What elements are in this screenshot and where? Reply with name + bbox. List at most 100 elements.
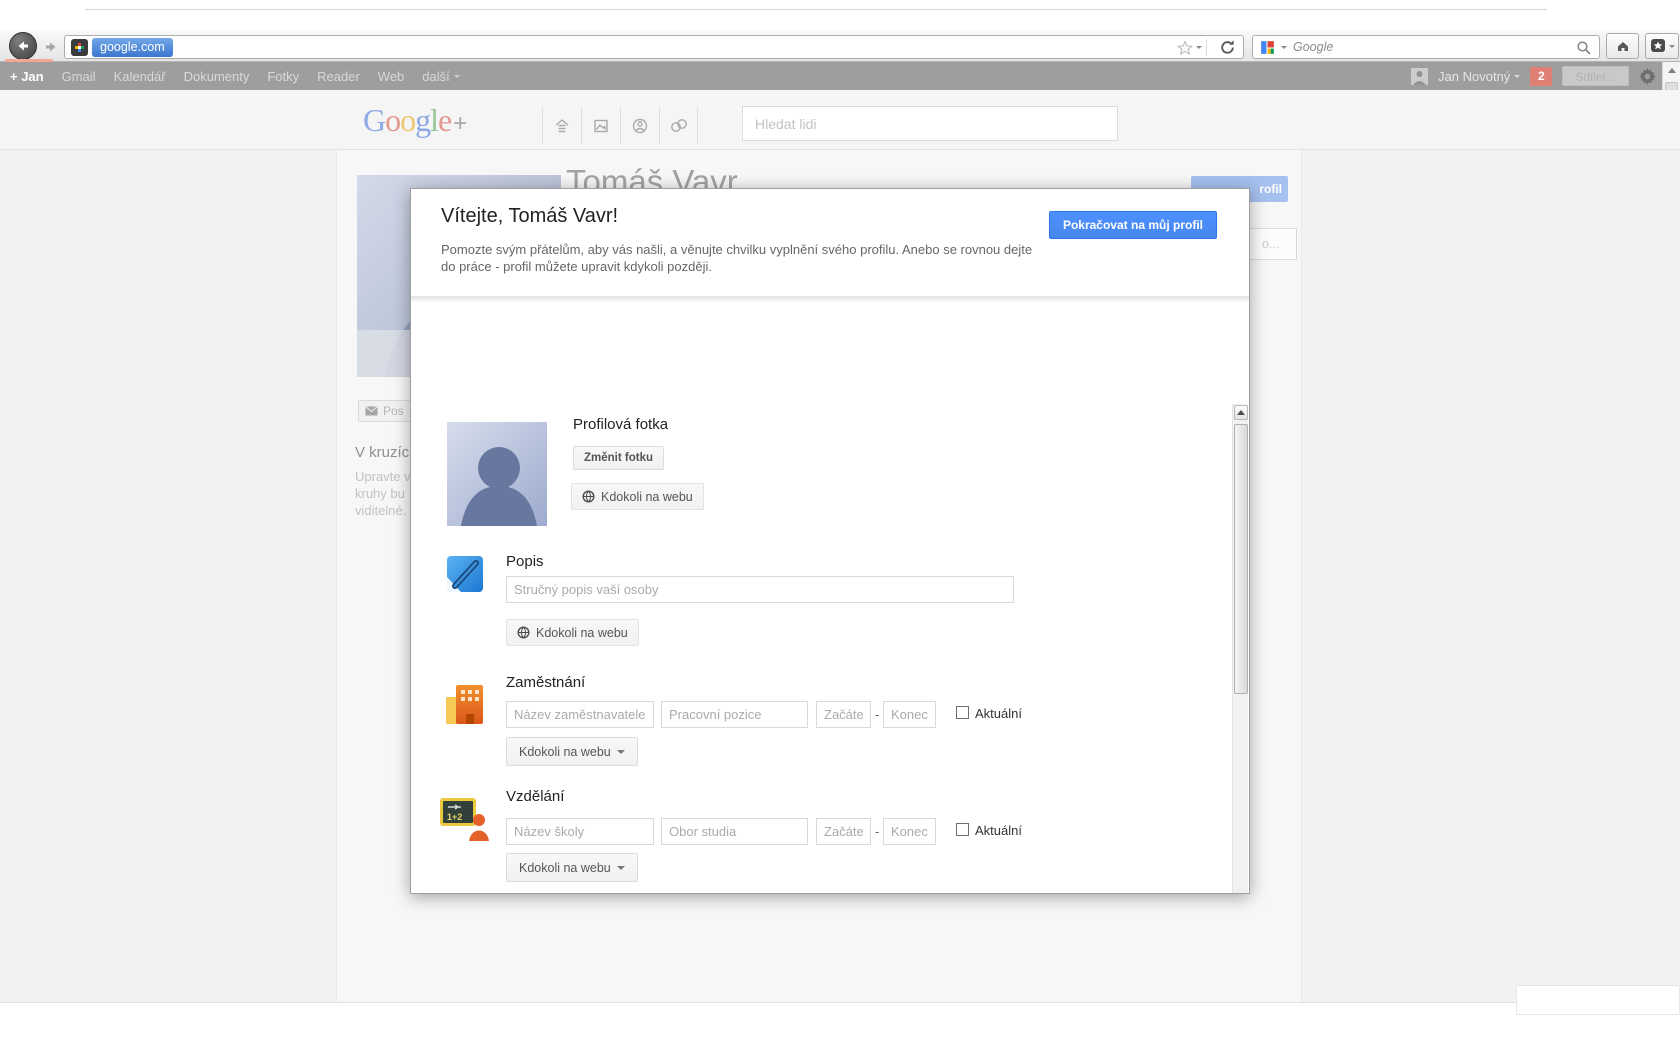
text-line: viditelné. bbox=[355, 502, 411, 519]
dialog-title: Vítejte, Tomáš Vavr! bbox=[441, 205, 618, 228]
date-separator: - bbox=[875, 824, 879, 839]
search-engine-caret-icon[interactable] bbox=[1281, 46, 1287, 49]
sandbar-item-kalendar[interactable]: Kalendář bbox=[114, 69, 166, 84]
chevron-down-icon bbox=[617, 866, 625, 870]
employment-building-icon bbox=[444, 681, 486, 727]
change-photo-button[interactable]: Změnit fotku bbox=[573, 446, 664, 470]
tab-photos[interactable] bbox=[581, 107, 620, 144]
scroll-up-icon[interactable] bbox=[1668, 68, 1676, 73]
school-input[interactable] bbox=[506, 818, 654, 845]
employment-visibility-dropdown[interactable]: Kdokoli na webu bbox=[506, 737, 638, 766]
text-line: Upravte v bbox=[355, 468, 411, 485]
education-start-input[interactable] bbox=[816, 818, 871, 845]
scroll-up-icon bbox=[1237, 410, 1245, 415]
about-pencil-icon bbox=[444, 551, 489, 596]
back-button[interactable] bbox=[9, 32, 37, 60]
scrollbar-thumb[interactable] bbox=[1234, 424, 1248, 694]
tab-profile[interactable] bbox=[620, 107, 659, 144]
bookmarks-panel-button[interactable] bbox=[1645, 33, 1679, 59]
refresh-icon[interactable] bbox=[1219, 39, 1236, 56]
logo-letter: e bbox=[438, 102, 451, 138]
field-of-study-input[interactable] bbox=[661, 818, 808, 845]
googleplus-favicon bbox=[71, 39, 88, 56]
in-circles-text: Upravte v kruhy bu viditelné. bbox=[355, 468, 411, 519]
send-button-label: Pos bbox=[383, 404, 404, 418]
sandbar-item-fotky[interactable]: Fotky bbox=[267, 69, 299, 84]
urlbar-divider bbox=[1206, 39, 1207, 56]
employer-input[interactable] bbox=[506, 701, 654, 728]
circles-icon bbox=[669, 116, 689, 136]
globe-icon bbox=[517, 626, 530, 639]
education-blackboard-icon: 1+2 bbox=[439, 794, 489, 841]
position-input[interactable] bbox=[661, 701, 808, 728]
dialog-scrollbar[interactable] bbox=[1232, 404, 1248, 893]
sandbar-item-plus-jan[interactable]: + Jan bbox=[10, 69, 44, 84]
back-arrow-icon bbox=[15, 38, 31, 54]
about-input[interactable] bbox=[506, 576, 1014, 603]
window-titlebar bbox=[0, 0, 1680, 30]
sandbar-item-gmail[interactable]: Gmail bbox=[62, 69, 96, 84]
education-current-checkbox[interactable] bbox=[956, 823, 969, 836]
visibility-label: Kdokoli na webu bbox=[519, 745, 611, 759]
tab-circles[interactable] bbox=[659, 107, 698, 144]
google-search-engine-icon bbox=[1259, 39, 1276, 56]
logo-letter: o bbox=[400, 102, 415, 138]
bookmarks-icon bbox=[1650, 38, 1667, 54]
profile-photo-thumbnail[interactable] bbox=[447, 422, 547, 526]
home-icon bbox=[1615, 38, 1631, 54]
continue-to-profile-button[interactable]: Pokračovat na můj profil bbox=[1049, 211, 1217, 239]
sandbar-nav: + Jan Gmail Kalendář Dokumenty Fotky Rea… bbox=[10, 62, 460, 90]
gear-icon[interactable] bbox=[1639, 68, 1656, 85]
people-search-input[interactable] bbox=[743, 107, 1117, 140]
bookmark-star-icon[interactable] bbox=[1177, 40, 1193, 56]
employment-end-input[interactable] bbox=[883, 701, 936, 728]
bookmarks-caret-icon bbox=[1669, 45, 1675, 48]
url-text-selected[interactable]: google.com bbox=[92, 38, 173, 57]
education-end-input[interactable] bbox=[883, 818, 936, 845]
chevron-down-icon bbox=[617, 750, 625, 754]
svg-text:1+2: 1+2 bbox=[447, 812, 462, 822]
google-sandbar: + Jan Gmail Kalendář Dokumenty Fotky Rea… bbox=[0, 62, 1680, 90]
date-separator: - bbox=[875, 707, 879, 722]
about-visibility-button[interactable]: Kdokoli na webu bbox=[506, 619, 639, 646]
sandbar-item-dalsi-label: další bbox=[422, 69, 449, 84]
bookmark-caret-icon[interactable] bbox=[1196, 46, 1202, 49]
search-placeholder: Google bbox=[1293, 40, 1333, 54]
notifications-badge[interactable]: 2 bbox=[1530, 67, 1552, 86]
search-icon[interactable] bbox=[1576, 40, 1592, 56]
sandbar-item-dokumenty[interactable]: Dokumenty bbox=[184, 69, 250, 84]
scroll-up-button[interactable] bbox=[1234, 405, 1248, 420]
sandbar-item-web[interactable]: Web bbox=[378, 69, 405, 84]
employment-start-input[interactable] bbox=[816, 701, 871, 728]
employment-current-checkbox[interactable] bbox=[956, 706, 969, 719]
subtitle-line: Pomozte svým přátelům, aby vás našli, a … bbox=[441, 241, 1032, 258]
user-menu[interactable]: Jan Novotný bbox=[1438, 69, 1520, 84]
user-avatar[interactable] bbox=[1411, 68, 1428, 85]
globe-icon bbox=[582, 490, 595, 503]
logo-plus: + bbox=[453, 110, 466, 137]
employment-section-heading: Zaměstnání bbox=[506, 674, 585, 691]
logo-letter: l bbox=[430, 102, 438, 138]
visibility-label: Kdokoli na webu bbox=[536, 626, 628, 640]
sandbar-item-reader[interactable]: Reader bbox=[317, 69, 360, 84]
sandbar-item-dalsi[interactable]: další bbox=[422, 69, 459, 84]
employment-current-label: Aktuální bbox=[975, 706, 1022, 721]
text-line: kruhy bu bbox=[355, 485, 411, 502]
visibility-label: Kdokoli na webu bbox=[519, 861, 611, 875]
page-bottom-band bbox=[0, 1002, 1680, 1050]
home-button[interactable] bbox=[1606, 33, 1639, 59]
photos-icon bbox=[591, 116, 611, 136]
gplus-logo[interactable]: Google+ bbox=[363, 102, 466, 139]
tab-stream[interactable] bbox=[542, 107, 581, 144]
profile-icon bbox=[630, 116, 650, 136]
share-button[interactable]: Sdílet... bbox=[1562, 66, 1629, 86]
avatar-placeholder-icon bbox=[447, 422, 547, 526]
photo-visibility-button[interactable]: Kdokoli na webu bbox=[571, 483, 704, 510]
user-name: Jan Novotný bbox=[1438, 69, 1510, 84]
forward-button[interactable] bbox=[42, 38, 60, 55]
person-icon bbox=[1411, 68, 1428, 85]
in-circles-heading: V kruzích bbox=[355, 444, 418, 461]
education-visibility-dropdown[interactable]: Kdokoli na webu bbox=[506, 853, 638, 882]
browser-search-box[interactable]: Google bbox=[1252, 35, 1600, 59]
url-bar[interactable]: google.com bbox=[64, 35, 1244, 59]
